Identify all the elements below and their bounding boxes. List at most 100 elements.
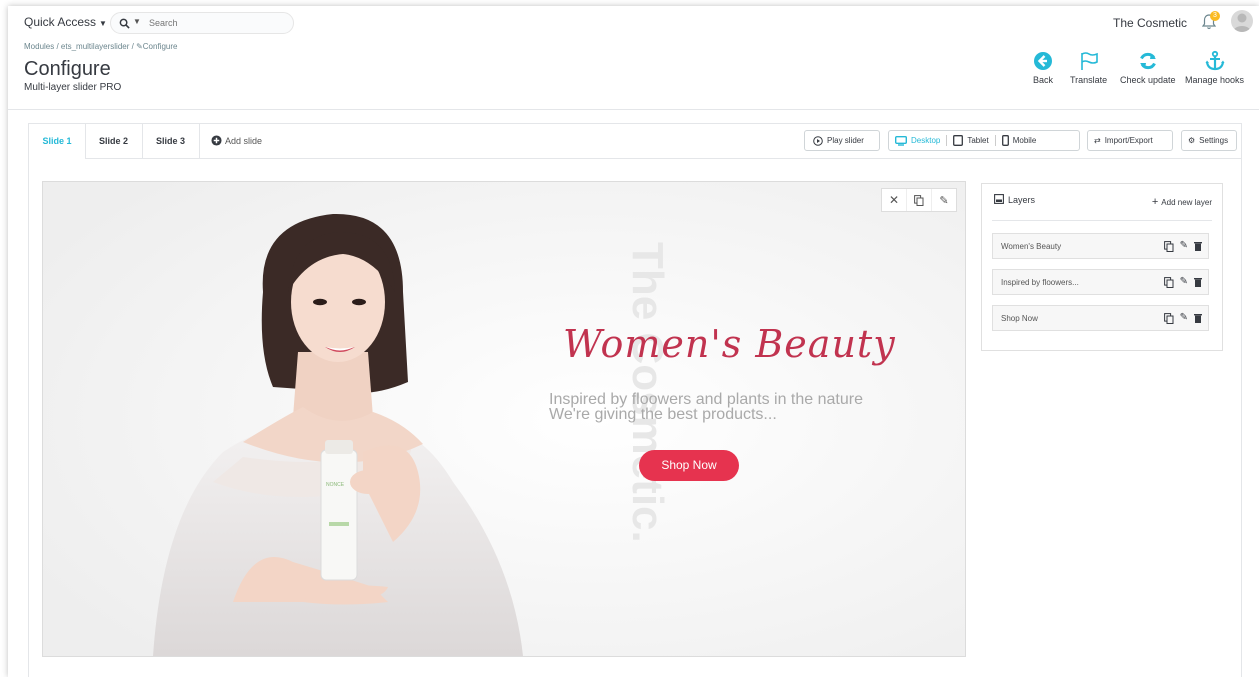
layers-heading: Layers	[994, 194, 1035, 205]
slide-title-layer[interactable]: Women's Beauty	[563, 322, 896, 366]
duplicate-slide-button[interactable]	[907, 189, 932, 211]
shop-name-link[interactable]: The Cosmetic	[1113, 16, 1187, 30]
plus-circle-icon	[211, 135, 222, 146]
edit-slide-button[interactable]: ✎	[932, 189, 956, 211]
slide-tab-bar: Slide 1 Slide 2 Slide 3 Add slide Play s…	[29, 124, 1241, 159]
translate-button[interactable]: Translate	[1070, 50, 1107, 85]
breadcrumb-modules[interactable]: Modules	[24, 42, 54, 51]
quick-access-label: Quick Access	[24, 15, 97, 29]
play-slider-button[interactable]: Play slider	[804, 130, 880, 151]
back-circle-icon	[1034, 52, 1052, 70]
pencil-icon: ✎	[939, 194, 949, 207]
layer-actions: ✎	[1163, 233, 1202, 259]
slide-subtitle-line-1: Inspired by floowers and plants in the n…	[549, 391, 863, 408]
quick-access-menu[interactable]: Quick Access ▼	[24, 15, 107, 29]
import-export-label: Import/Export	[1104, 136, 1153, 145]
breadcrumb: Modules / ets_multilayerslider / ✎Config…	[24, 42, 178, 51]
wrench-icon: ✎	[136, 42, 143, 51]
add-slide-label: Add slide	[225, 136, 263, 146]
back-label: Back	[1032, 75, 1053, 85]
check-update-label: Check update	[1120, 75, 1176, 85]
mobile-view-button[interactable]: Mobile	[996, 131, 1043, 150]
desktop-icon	[895, 135, 907, 146]
back-button[interactable]: Back	[1032, 50, 1054, 85]
search-icon[interactable]	[119, 16, 130, 34]
tablet-label: Tablet	[967, 136, 989, 145]
bottle-label: NONCE	[326, 482, 345, 488]
layer-item[interactable]: Women's Beauty ✎	[992, 233, 1209, 259]
app-window: Quick Access▼ ▼ The Cosmetic 3 Modules /…	[8, 6, 1259, 677]
check-update-button[interactable]: Check update	[1120, 50, 1176, 85]
tablet-view-button[interactable]: Tablet	[947, 131, 994, 150]
layers-icon	[994, 194, 1004, 204]
plus-icon: +	[1151, 196, 1159, 208]
shop-now-button-layer[interactable]: Shop Now	[639, 450, 739, 481]
settings-label: Settings	[1199, 136, 1229, 145]
copy-icon[interactable]	[1163, 312, 1174, 324]
divider	[992, 220, 1212, 221]
add-slide-button[interactable]: Add slide	[211, 135, 262, 146]
mobile-label: Mobile	[1012, 136, 1037, 145]
slide-preview-canvas[interactable]: NONCE The Cosmetic. Women's Beauty Inspi…	[42, 181, 966, 657]
avatar[interactable]	[1231, 10, 1253, 32]
device-switcher: Desktop Tablet Mobile	[888, 130, 1080, 151]
search-box: ▼	[110, 12, 294, 34]
page-subtitle: Multi-layer slider PRO	[24, 82, 122, 93]
add-layer-label: Add new layer	[1161, 198, 1212, 207]
page-header: Modules / ets_multilayerslider / ✎Config…	[8, 36, 1259, 110]
layer-actions: ✎	[1163, 269, 1202, 295]
layer-item[interactable]: Inspired by floowers... ✎	[992, 269, 1209, 295]
add-new-layer-button[interactable]: + Add new layer	[1152, 196, 1212, 208]
search-scope-caret-icon[interactable]: ▼	[133, 17, 141, 26]
slider-editor-panel: Slide 1 Slide 2 Slide 3 Add slide Play s…	[28, 123, 1242, 677]
close-icon: ✕	[888, 193, 900, 207]
slide-actions: ✕ ✎	[881, 188, 957, 212]
manage-hooks-label: Manage hooks	[1185, 75, 1245, 85]
layer-name: Inspired by floowers...	[1001, 278, 1079, 287]
play-circle-icon	[813, 135, 823, 146]
breadcrumb-configure: Configure	[142, 42, 178, 51]
import-export-button[interactable]: ⇄ Import/Export	[1087, 130, 1173, 151]
desktop-view-button[interactable]: Desktop	[889, 131, 946, 150]
manage-hooks-button[interactable]: Manage hooks	[1185, 50, 1244, 85]
copy-icon[interactable]	[1163, 276, 1174, 288]
anchor-icon	[1205, 50, 1225, 71]
play-slider-label: Play slider	[827, 136, 864, 145]
breadcrumb-module[interactable]: ets_multilayerslider	[61, 42, 129, 51]
slide-subtitle-line-2: We're giving the best products...	[549, 406, 777, 423]
settings-button[interactable]: ⚙ Settings	[1181, 130, 1237, 151]
slide-subtitle-layer[interactable]: Inspired by floowers and plants in the n…	[549, 391, 863, 423]
layer-actions: ✎	[1163, 305, 1202, 331]
layer-name: Shop Now	[1001, 314, 1038, 323]
layers-panel: Layers + Add new layer Women's Beauty ✎ I…	[981, 183, 1223, 351]
tab-slide-3[interactable]: Slide 3	[142, 124, 200, 158]
layer-name: Women's Beauty	[1001, 242, 1062, 251]
pencil-icon[interactable]: ✎	[1180, 269, 1188, 295]
trash-icon[interactable]	[1194, 241, 1202, 251]
flag-icon	[1080, 52, 1098, 70]
tablet-icon	[953, 135, 964, 146]
tab-slide-1[interactable]: Slide 1	[29, 124, 86, 159]
tab-slide-2[interactable]: Slide 2	[85, 124, 143, 158]
refresh-icon	[1139, 52, 1156, 70]
copy-icon	[914, 194, 924, 206]
page-title: Configure	[24, 58, 111, 80]
watermark: The Cosmetic.	[623, 242, 672, 543]
desktop-label: Desktop	[911, 136, 941, 145]
exchange-icon: ⇄	[1094, 136, 1101, 145]
pencil-icon[interactable]: ✎	[1180, 305, 1188, 331]
notification-badge: 3	[1210, 11, 1220, 21]
copy-icon[interactable]	[1163, 240, 1174, 252]
trash-icon[interactable]	[1194, 313, 1202, 323]
gear-icon: ⚙	[1188, 136, 1196, 145]
caret-down-icon: ▼	[99, 19, 107, 28]
top-bar: Quick Access▼ ▼ The Cosmetic 3	[8, 6, 1259, 36]
layers-title: Layers	[1008, 195, 1036, 205]
pencil-icon[interactable]: ✎	[1180, 233, 1188, 259]
mobile-icon	[1001, 135, 1009, 146]
trash-icon[interactable]	[1194, 277, 1202, 287]
search-input[interactable]	[147, 15, 281, 31]
translate-label: Translate	[1070, 75, 1108, 85]
delete-slide-button[interactable]: ✕	[882, 189, 907, 211]
layer-item[interactable]: Shop Now ✎	[992, 305, 1209, 331]
